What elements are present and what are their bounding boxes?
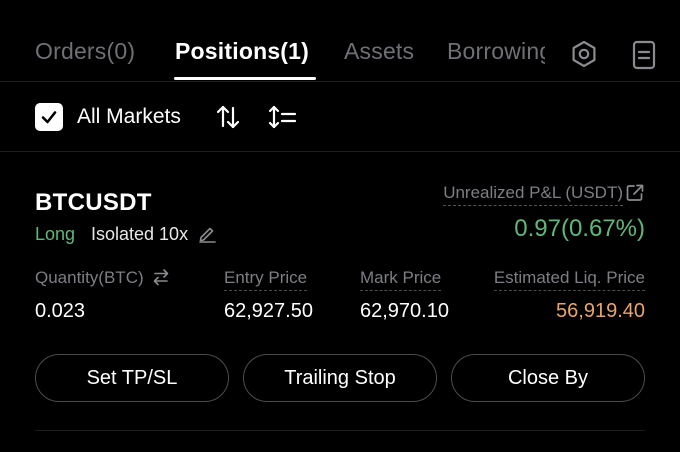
tab-borrowing[interactable]: Borrowing [447,38,545,65]
list-sort-button[interactable] [268,102,298,132]
all-markets-checkbox[interactable] [35,103,63,131]
quantity-value: 0.023 [35,300,86,322]
settings-button[interactable] [568,38,600,70]
card-divider [35,430,645,431]
liq-price-value: 56,919.40 [556,300,645,322]
sort-list-icon [268,105,297,129]
quantity-label: Quantity(BTC) [35,268,144,287]
sort-button[interactable] [214,102,242,132]
all-markets-label[interactable]: All Markets [77,105,181,129]
document-icon [632,40,656,70]
tab-bar: Orders(0) Positions(1) Assets Borrowing [0,0,680,82]
entry-price-value: 62,927.50 [224,300,313,322]
swap-icon [153,269,169,286]
quantity-unit-toggle[interactable] [151,267,171,287]
mark-price-label[interactable]: Mark Price [360,268,442,291]
share-pnl-button[interactable] [624,182,646,204]
unrealized-pnl-value: 0.97(0.67%) [514,215,645,242]
tab-positions[interactable]: Positions(1) [175,38,309,65]
set-tpsl-button[interactable]: Set TP/SL [35,354,229,402]
tab-orders[interactable]: Orders(0) [35,38,135,65]
position-symbol[interactable]: BTCUSDT [35,189,152,217]
external-link-icon [626,184,644,201]
liq-price-label[interactable]: Estimated Liq. Price [493,268,645,291]
checkmark-icon [41,111,57,124]
position-card: BTCUSDT Long Isolated 10x Unrealized P&L… [0,152,680,432]
history-button[interactable] [630,38,658,72]
unrealized-pnl-label[interactable]: Unrealized P&L (USDT) [443,183,623,206]
hexagon-settings-icon [572,40,596,68]
edit-leverage-button[interactable] [196,222,218,244]
close-by-button[interactable]: Close By [451,354,645,402]
pencil-icon [199,227,216,243]
entry-price-label[interactable]: Entry Price [224,268,308,291]
position-side-badge: Long [35,224,76,244]
sort-arrows-icon [216,105,240,129]
trailing-stop-button[interactable]: Trailing Stop [243,354,437,402]
tab-assets[interactable]: Assets [344,38,414,65]
mark-price-value: 62,970.10 [360,300,449,322]
active-tab-underline [174,77,316,80]
margin-mode-label: Isolated 10x [91,224,189,244]
filter-bar: All Markets [0,82,680,152]
